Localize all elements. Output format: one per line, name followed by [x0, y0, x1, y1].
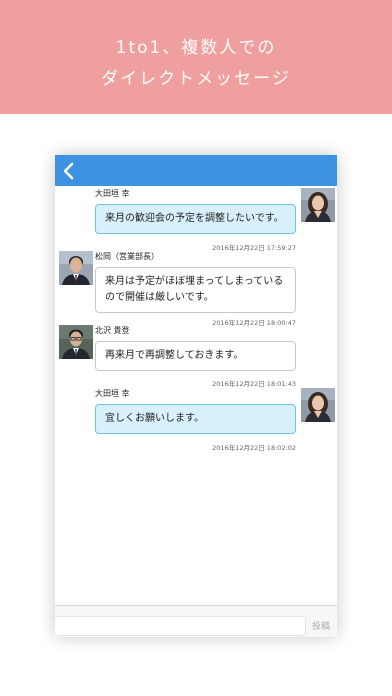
chevron-left-icon[interactable]	[61, 161, 77, 181]
sender-name: 大田垣 幸	[95, 389, 130, 398]
banner-title-line-1: 1to1、複数人での	[115, 38, 277, 58]
sender-name: 松岡（営業部長）	[95, 252, 159, 261]
message-timestamp: 2016年12月22日 18:01:43	[212, 380, 296, 388]
promo-banner: 1to1、複数人での ダイレクトメッセージ	[0, 0, 392, 114]
message-bubble: 来月は予定がほぼ埋まってしまっているので開催は厳しいです。	[95, 267, 296, 313]
avatar	[59, 325, 93, 359]
post-button[interactable]: 投稿	[312, 619, 330, 632]
avatar	[59, 251, 93, 285]
phone-screen: 大田垣 幸 来月の歓迎会の予定を調整したいです。 2016年12月22日 17:…	[55, 155, 337, 637]
message-item: 北沢 貴登 再来月で再調整しておきます。 2016年12月22日 18:01:4…	[55, 325, 337, 388]
message-bubble: 宜しくお願いします。	[95, 404, 296, 434]
avatar	[301, 188, 335, 222]
banner-title-line-2: ダイレクトメッセージ	[101, 69, 291, 89]
sender-name: 大田垣 幸	[95, 189, 130, 198]
message-bubble: 再来月で再調整しておきます。	[95, 341, 296, 371]
message-timestamp: 2016年12月22日 18:02:02	[212, 444, 296, 452]
message-item: 大田垣 幸 来月の歓迎会の予定を調整したいです。 2016年12月22日 17:…	[55, 188, 337, 254]
sender-name: 北沢 貴登	[95, 326, 130, 335]
message-input[interactable]	[55, 616, 306, 636]
composer-bar: 投稿	[55, 605, 337, 637]
message-bubble: 来月の歓迎会の予定を調整したいです。	[95, 204, 296, 234]
nav-bar	[55, 155, 337, 186]
avatar	[301, 388, 335, 422]
message-item: 松岡（営業部長） 来月は予定がほぼ埋まってしまっているので開催は厳しいです。 2…	[55, 251, 337, 327]
message-item: 大田垣 幸 宜しくお願いします。 2016年12月22日 18:02:02	[55, 388, 337, 454]
